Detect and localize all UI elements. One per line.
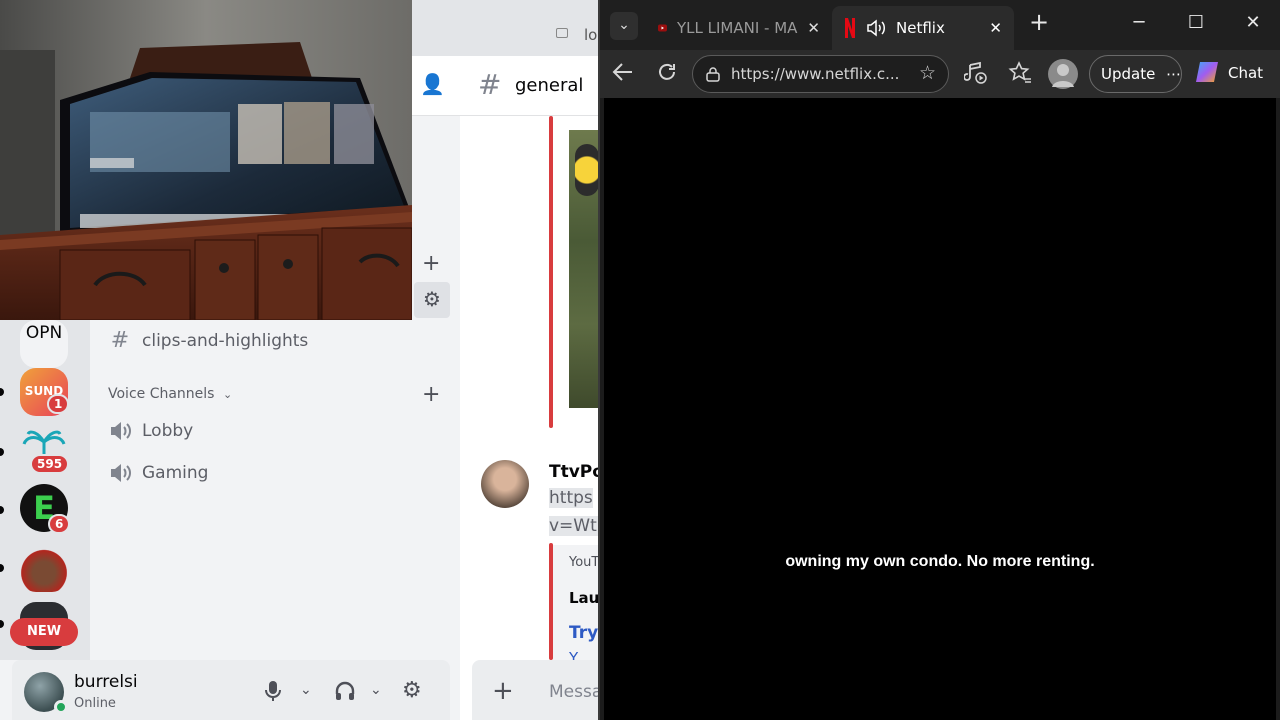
audio-playing-icon[interactable]	[866, 19, 886, 37]
unread-pill	[0, 448, 4, 456]
voice-channel-gaming[interactable]: Gaming	[108, 462, 208, 484]
speaker-icon	[111, 422, 131, 440]
channel-settings-gear-icon[interactable]: ⚙	[414, 282, 450, 318]
server-opn[interactable]: OPN	[20, 320, 68, 368]
server-list: OPN SUND 1 595 E 6 NEW	[0, 320, 90, 660]
close-window-icon[interactable]: ✕	[1238, 12, 1268, 33]
channel-item-clips-and-highlights[interactable]: # clips-and-highlights	[108, 328, 309, 353]
favorites-icon[interactable]	[1008, 61, 1032, 90]
voice-channels-header[interactable]: Voice Channels ⌄	[108, 386, 232, 402]
tab-strip: ⌄ YLL LIMANI - MA ✕ Netflix ✕ + ─ ☐ ✕	[600, 0, 1280, 50]
update-button[interactable]: Update ⋯	[1089, 55, 1182, 93]
channel-title: general	[515, 75, 584, 96]
webcam-overlay	[0, 0, 412, 320]
voice-channel-lobby[interactable]: Lobby	[108, 420, 193, 442]
tab-youtube[interactable]: YLL LIMANI - MA ✕	[646, 6, 832, 50]
channel-header: 👤 # general	[412, 56, 598, 116]
text-channel-icon: #	[110, 328, 130, 353]
unread-pill	[0, 388, 4, 396]
server-avatar-guild[interactable]	[20, 544, 68, 592]
embed-image[interactable]	[569, 130, 598, 408]
voice-section-label: Voice Channels	[108, 386, 215, 402]
refresh-icon[interactable]	[656, 61, 678, 88]
username[interactable]: burrelsi	[74, 672, 138, 692]
url-text: https://www.netflix.c...	[731, 65, 900, 83]
attach-plus-icon[interactable]: +	[492, 676, 514, 706]
speaker-icon	[111, 464, 131, 482]
webcam-feed-image	[0, 0, 412, 320]
netflix-icon	[845, 18, 855, 38]
unread-pill	[0, 620, 4, 628]
headphones-icon[interactable]	[334, 680, 356, 707]
tab-netflix[interactable]: Netflix ✕	[832, 6, 1014, 50]
address-bar[interactable]: https://www.netflix.c... ☆	[692, 55, 949, 93]
chat-label: Chat	[1228, 64, 1264, 82]
message-placeholder: Messa	[549, 682, 598, 702]
user-status: Online	[74, 696, 116, 711]
message-link[interactable]: https	[549, 488, 593, 508]
embed-video-link[interactable]: Try	[569, 623, 598, 643]
netflix-video-player[interactable]: owning my own condo. No more renting.	[604, 98, 1276, 720]
user-panel: burrelsi Online ⌄ ⌄ ⚙	[12, 660, 450, 720]
audio-options-chevron-icon[interactable]: ⌄	[370, 682, 382, 698]
message-input[interactable]: + Messa	[472, 660, 598, 720]
profile-avatar-icon[interactable]	[1048, 59, 1078, 89]
discord-window: lo + # clips-and-highlights Voice Channe…	[0, 0, 598, 720]
video-subtitle: owning my own condo. No more renting.	[785, 553, 1095, 570]
embed-title[interactable]: Lau	[569, 589, 598, 607]
mic-options-chevron-icon[interactable]: ⌄	[300, 682, 312, 698]
create-channel-plus-icon[interactable]: +	[422, 251, 440, 276]
copilot-icon	[1196, 62, 1218, 82]
minimize-icon[interactable]: ─	[1124, 12, 1154, 33]
window-icon	[556, 28, 568, 38]
text-channel-icon: #	[478, 68, 502, 101]
more-dots-icon: ⋯	[1166, 65, 1182, 83]
embed-accent-bar	[549, 116, 553, 428]
mention-badge: 1	[47, 394, 70, 414]
emoji-sticker	[575, 144, 598, 196]
favorite-star-icon[interactable]: ☆	[919, 62, 936, 84]
message-author-name[interactable]: TtvPo	[549, 462, 598, 482]
chevron-down-icon: ⌄	[222, 388, 233, 401]
microphone-icon[interactable]	[264, 680, 282, 707]
add-friend-icon[interactable]: 👤	[420, 72, 445, 96]
youtube-icon	[658, 24, 667, 32]
discord-titlebar	[412, 0, 598, 16]
tab-actions-chevron-icon[interactable]: ⌄	[610, 12, 638, 40]
new-tab-plus-icon[interactable]: +	[1024, 8, 1054, 36]
edge-browser-window: ⌄ YLL LIMANI - MA ✕ Netflix ✕ + ─ ☐ ✕ ht…	[598, 0, 1280, 720]
media-control-icon[interactable]	[963, 61, 988, 90]
browser-toolbar: https://www.netflix.c... ☆ Update ⋯ Chat	[600, 50, 1280, 98]
embed-provider: YouT	[569, 555, 598, 570]
tab-title: YLL LIMANI - MA	[676, 19, 798, 37]
channel-label: clips-and-highlights	[142, 330, 309, 351]
message-author-avatar[interactable]	[481, 460, 529, 508]
back-arrow-icon[interactable]	[612, 61, 634, 88]
youtube-embed: YouT Lau Try Y	[553, 545, 598, 667]
message-link-continued[interactable]: v=Wtl	[549, 516, 598, 536]
voice-channel-label: Lobby	[142, 421, 194, 441]
unread-pill	[0, 506, 4, 514]
lock-icon[interactable]	[705, 66, 721, 82]
mention-badge: 595	[30, 454, 70, 474]
update-label: Update	[1101, 65, 1156, 83]
voice-channel-label: Gaming	[142, 463, 209, 483]
new-unreads-pill[interactable]: NEW	[10, 618, 78, 646]
create-voice-channel-plus-icon[interactable]: +	[422, 382, 440, 407]
server-label: OPN	[25, 323, 63, 343]
online-status-dot	[54, 700, 68, 714]
discord-search-strip: lo	[412, 16, 598, 56]
search-text-fragment: lo	[584, 26, 598, 44]
maximize-icon[interactable]: ☐	[1181, 12, 1211, 33]
close-tab-icon[interactable]: ✕	[989, 19, 1002, 37]
unread-pill	[0, 564, 4, 572]
tab-title: Netflix	[896, 19, 945, 37]
mention-badge: 6	[48, 514, 71, 534]
close-tab-icon[interactable]: ✕	[807, 19, 820, 37]
user-settings-gear-icon[interactable]: ⚙	[402, 678, 422, 703]
